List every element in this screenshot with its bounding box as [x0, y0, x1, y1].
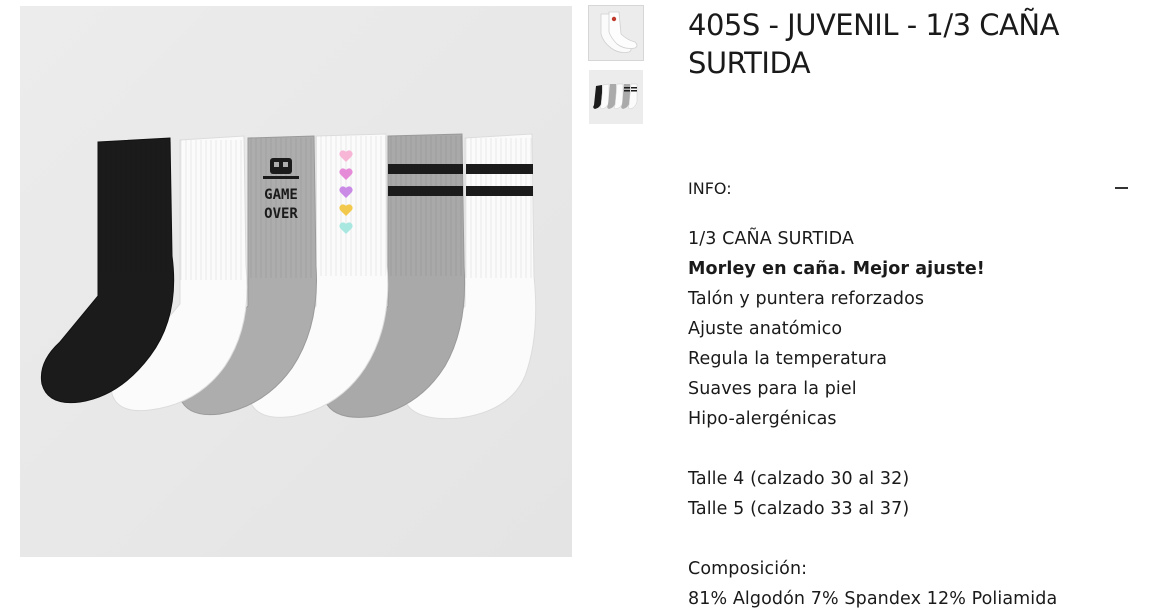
info-label: INFO:	[688, 179, 732, 198]
size-line-1: Talle 4 (calzado 30 al 32)	[688, 469, 910, 489]
product-title: 405S - JUVENIL - 1/3 CAÑA SURTIDA	[688, 8, 1059, 80]
product-description: 1/3 CAÑA SURTIDA Morley en caña. Mejor a…	[688, 224, 1148, 614]
thumbnail-2-image	[589, 70, 643, 124]
product-main-image[interactable]: GAME OVER	[20, 6, 572, 557]
composition-value: 81% Algodón 7% Spandex 12% Poliamida	[688, 589, 1058, 609]
desc-line-5: Regula la temperatura	[688, 349, 888, 369]
minus-icon[interactable]	[1115, 187, 1128, 189]
desc-line-1: 1/3 CAÑA SURTIDA	[688, 229, 854, 249]
composition-label: Composición:	[688, 559, 808, 579]
info-accordion-header[interactable]: INFO:	[688, 178, 1132, 202]
sock-print-text-2: OVER	[264, 206, 298, 222]
socks-photo: GAME OVER	[20, 6, 572, 557]
desc-line-4: Ajuste anatómico	[688, 319, 843, 339]
thumbnail-1[interactable]	[588, 5, 644, 61]
desc-line-3: Talón y puntera reforzados	[688, 289, 925, 309]
desc-line-6: Suaves para la piel	[688, 379, 857, 399]
thumbnail-2[interactable]	[589, 70, 643, 124]
sock-print-text-1: GAME	[264, 187, 298, 203]
desc-line-7: Hipo-alergénicas	[688, 409, 837, 429]
size-line-2: Talle 5 (calzado 33 al 37)	[688, 499, 910, 519]
thumbnail-1-image	[589, 6, 643, 60]
thumbnail-gallery	[588, 5, 644, 134]
desc-line-2: Morley en caña. Mejor ajuste!	[688, 259, 985, 279]
